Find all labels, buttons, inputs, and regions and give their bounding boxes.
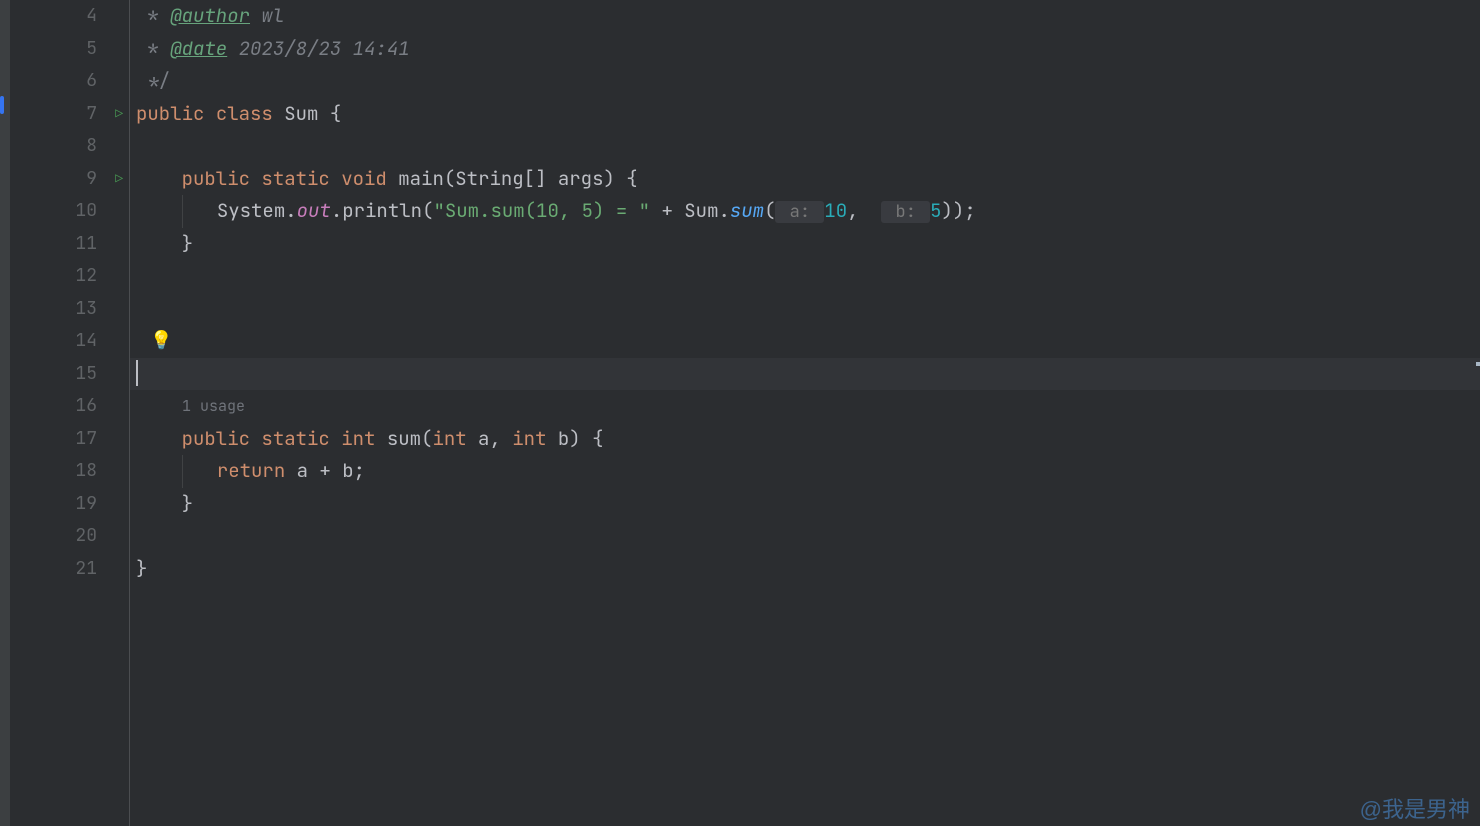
- gutter-line[interactable]: 17: [10, 423, 129, 456]
- watermark: @我是男神: [1360, 792, 1470, 824]
- code-line-17[interactable]: return a + b;: [130, 455, 1480, 488]
- line-number: 4: [67, 0, 97, 33]
- gutter-line[interactable]: 20: [10, 520, 129, 553]
- code-line-15[interactable]: [130, 358, 1480, 391]
- code-line-8[interactable]: [130, 130, 1480, 163]
- code-line-12[interactable]: [130, 260, 1480, 293]
- gutter-line[interactable]: 4: [10, 0, 129, 33]
- code-line-14[interactable]: 💡: [130, 325, 1480, 358]
- gutter-line[interactable]: 8: [10, 130, 129, 163]
- gutter-line[interactable]: 19: [10, 488, 129, 521]
- gutter-line[interactable]: 5: [10, 33, 129, 66]
- editor-container: 4 5 6 7▷ 8 9▷ 10 11 12 13 14 15 16 17 18…: [0, 0, 1480, 826]
- line-number: 13: [67, 293, 97, 326]
- line-number: 19: [67, 488, 97, 521]
- line-number: 21: [67, 553, 97, 586]
- gutter-line[interactable]: 14: [10, 325, 129, 358]
- line-number: 5: [67, 33, 97, 66]
- code-line-13[interactable]: [130, 293, 1480, 326]
- code-line-7[interactable]: public class Sum {: [130, 98, 1480, 131]
- line-number: 16: [67, 390, 97, 423]
- gutter-line[interactable]: 18: [10, 455, 129, 488]
- code-line-16[interactable]: public static int sum(int a, int b) {: [130, 423, 1480, 456]
- code-line-20[interactable]: }: [130, 553, 1480, 586]
- gutter-line[interactable]: 9▷: [10, 163, 129, 196]
- line-number: 12: [67, 260, 97, 293]
- code-line-4[interactable]: * @author wl: [130, 0, 1480, 33]
- line-number: 14: [67, 325, 97, 358]
- line-number: 10: [67, 195, 97, 228]
- editor-gutter: 4 5 6 7▷ 8 9▷ 10 11 12 13 14 15 16 17 18…: [10, 0, 130, 826]
- line-number: 7: [67, 98, 97, 131]
- lightbulb-icon[interactable]: 💡: [150, 325, 172, 358]
- line-number: 8: [67, 130, 97, 163]
- code-line-9[interactable]: public static void main(String[] args) {: [130, 163, 1480, 196]
- far-left-bar: [0, 0, 10, 826]
- gutter-line[interactable]: 13: [10, 293, 129, 326]
- code-line-18[interactable]: }: [130, 488, 1480, 521]
- code-editor[interactable]: * @author wl * @date 2023/8/23 14:41 */ …: [130, 0, 1480, 826]
- run-icon[interactable]: ▷: [115, 163, 123, 196]
- code-line-6[interactable]: */: [130, 65, 1480, 98]
- gutter-line[interactable]: 6: [10, 65, 129, 98]
- gutter-line[interactable]: 16: [10, 390, 129, 423]
- line-number: 6: [67, 65, 97, 98]
- run-icon[interactable]: ▷: [115, 98, 123, 131]
- code-line-5[interactable]: * @date 2023/8/23 14:41: [130, 33, 1480, 66]
- code-line-10[interactable]: System.out.println("Sum.sum(10, 5) = " +…: [130, 195, 1480, 228]
- gutter-marker: [0, 96, 4, 114]
- line-number: 17: [67, 423, 97, 456]
- scrollbar-marker: [1476, 362, 1480, 366]
- line-number: 11: [67, 228, 97, 261]
- code-line-11[interactable]: }: [130, 228, 1480, 261]
- gutter-line[interactable]: 11: [10, 228, 129, 261]
- code-line-19[interactable]: [130, 520, 1480, 553]
- line-number: 20: [67, 520, 97, 553]
- line-number: 18: [67, 455, 97, 488]
- caret: [136, 360, 138, 386]
- param-hint: a:: [775, 201, 824, 223]
- code-line-21[interactable]: [130, 585, 1480, 618]
- gutter-line[interactable]: 12: [10, 260, 129, 293]
- gutter-line[interactable]: 7▷: [10, 98, 129, 131]
- usage-hint[interactable]: 1 usage: [130, 390, 1480, 423]
- line-number: 9: [67, 163, 97, 196]
- gutter-line[interactable]: 15: [10, 358, 129, 391]
- line-number: 15: [67, 358, 97, 391]
- gutter-line[interactable]: 10: [10, 195, 129, 228]
- param-hint: b:: [881, 201, 930, 223]
- gutter-line[interactable]: 21: [10, 553, 129, 586]
